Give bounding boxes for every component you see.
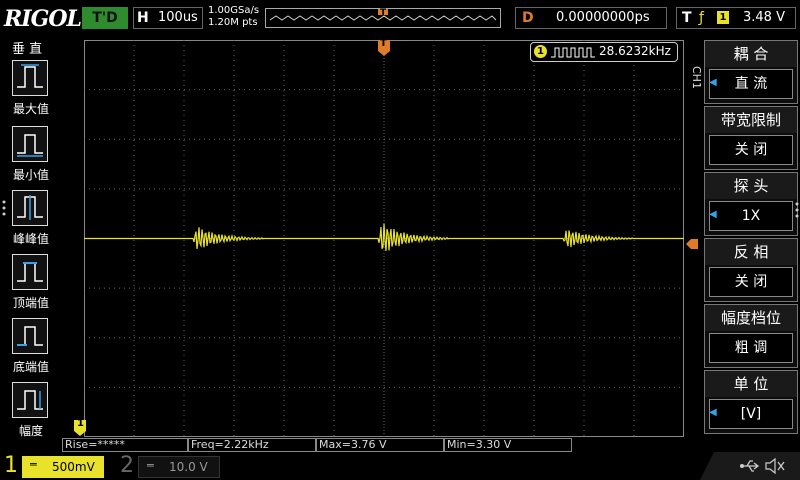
measure-item-base[interactable]: 底端值: [0, 316, 62, 380]
amplitude-wave-icon: [12, 382, 48, 418]
ch2-scale-box[interactable]: ═ 10.0 V: [138, 456, 220, 478]
measure-item-amplitude[interactable]: 幅度: [0, 380, 62, 444]
selector-arrow-icon: ◀: [709, 209, 717, 220]
dc-coupling-icon: ═: [30, 458, 37, 471]
ch1-scale: 500mV: [52, 460, 95, 474]
top-status-bar: RIGOL T'D H 100us 1.00GSa/s 1.20M pts T …: [0, 0, 800, 38]
menu-item-title: 耦 合: [705, 41, 797, 67]
measure-item-peak-peak[interactable]: 峰峰值: [0, 188, 62, 252]
speaker-muted-icon[interactable]: [764, 457, 786, 475]
menu-item-value: 1X: [709, 201, 793, 231]
menu-item-value: 关 闭: [709, 135, 793, 165]
trigger-level: 3.48 V: [743, 10, 785, 25]
rigol-logo: RIGOL: [4, 6, 82, 32]
h-label: H: [137, 10, 149, 26]
menu-item-title: 探 头: [705, 173, 797, 199]
measure-item-max[interactable]: 最大值: [0, 58, 62, 122]
delay-box[interactable]: D 0.00000000ps: [515, 7, 667, 29]
measure-item-min[interactable]: 最小值: [0, 124, 62, 188]
sidebar-title: 垂 直: [12, 42, 43, 57]
menu-coupling[interactable]: 耦 合 直 流 ◀: [704, 40, 798, 104]
selector-arrow-icon: ◀: [709, 407, 717, 418]
channel-status-bar: 1 ═ 500mV 2 ═ 10.0 V: [0, 452, 800, 480]
menu-item-value: 直 流: [709, 69, 793, 99]
timebase-box[interactable]: H 100us: [133, 7, 203, 29]
sample-rate: 1.00GSa/s: [208, 5, 260, 16]
measure-label: 幅度: [18, 424, 43, 438]
menu-item-title: 反 相: [705, 239, 797, 265]
measure-item-top[interactable]: 顶端值: [0, 252, 62, 316]
menu-channel-label: CH1: [690, 66, 703, 89]
menu-item-value: 粗 调: [709, 333, 793, 363]
base-wave-icon: [12, 318, 48, 354]
memory-position-bar: T: [265, 8, 501, 28]
counter-channel-badge: 1: [534, 45, 547, 58]
measure-label: 顶端值: [12, 296, 49, 310]
selector-arrow-icon: ◀: [709, 77, 717, 88]
measurement-results-bar: Rise=***** Freq=2.22kHz Max=3.76 V Min=3…: [62, 438, 684, 452]
menu-bandwidth-limit[interactable]: 带宽限制 关 闭: [704, 106, 798, 170]
timebase-value: 100us: [158, 10, 198, 25]
peak-peak-wave-icon: [12, 190, 48, 226]
menu-item-title: 单 位: [705, 371, 797, 397]
rising-edge-icon: ƒ: [699, 10, 704, 26]
measurement-freq[interactable]: Freq=2.22kHz: [188, 438, 316, 452]
measure-sidebar: 垂 直 最大值 最小值 峰峰值 顶端值 底端值 幅度: [0, 38, 62, 450]
trigger-position-marker[interactable]: T: [378, 38, 390, 56]
measure-label: 底端值: [12, 360, 49, 374]
ground-marker-label: 1: [77, 418, 84, 429]
trigger-marker-label: T: [380, 38, 387, 49]
memory-trigger-marker: T: [380, 8, 387, 18]
sidebar-page-dots-icon: [2, 198, 6, 218]
waveform-display[interactable]: [84, 40, 684, 437]
trigger-box[interactable]: T ƒ 1 3.48 V: [676, 7, 796, 29]
trigger-channel-badge: 1: [717, 11, 729, 24]
delay-value: 0.00000000ps: [556, 10, 650, 25]
dc-coupling-icon: ═: [147, 459, 154, 472]
d-label: D: [522, 10, 534, 26]
menu-item-title: 带宽限制: [705, 107, 797, 133]
counter-value: 28.6232kHz: [599, 44, 671, 58]
menu-item-title: 幅度档位: [705, 305, 797, 331]
top-wave-icon: [12, 254, 48, 290]
trigger-level-marker[interactable]: [686, 234, 698, 249]
menu-volts-div[interactable]: 幅度档位 粗 调: [704, 304, 798, 368]
t-label: T: [682, 10, 692, 26]
frequency-counter: 1 28.6232kHz: [530, 42, 678, 62]
menu-unit[interactable]: 单 位 [V] ◀: [704, 370, 798, 434]
ch1-scale-box[interactable]: ═ 500mV: [22, 456, 104, 478]
menu-item-value: [V]: [709, 399, 793, 429]
ch2-scale: 10.0 V: [169, 460, 208, 474]
max-wave-icon: [12, 60, 48, 96]
channel-menu: 耦 合 直 流 ◀ 带宽限制 关 闭 探 头 1X ◀ 反 相 关 闭 幅度档位…: [704, 40, 800, 440]
measurement-min[interactable]: Min=3.30 V: [444, 438, 572, 452]
usb-icon: [740, 460, 760, 472]
ch1-trace: [84, 223, 684, 251]
min-wave-icon: [12, 126, 48, 162]
ch1-number: 1: [4, 453, 18, 478]
trigger-status-badge: T'D: [82, 7, 128, 29]
ch2-number: 2: [120, 453, 134, 478]
measurement-max[interactable]: Max=3.76 V: [316, 438, 444, 452]
measure-label: 峰峰值: [12, 232, 49, 246]
measurement-rise[interactable]: Rise=*****: [62, 438, 188, 452]
menu-probe[interactable]: 探 头 1X ◀: [704, 172, 798, 236]
pulse-wave-icon: [551, 47, 595, 58]
measure-label: 最大值: [12, 102, 49, 116]
ch1-ground-marker[interactable]: 1: [74, 418, 86, 436]
menu-page-dots-icon: [795, 200, 799, 220]
menu-invert[interactable]: 反 相 关 闭: [704, 238, 798, 302]
menu-item-value: 关 闭: [709, 267, 793, 297]
measure-label: 最小值: [12, 168, 49, 182]
memory-depth: 1.20M pts: [208, 17, 258, 28]
